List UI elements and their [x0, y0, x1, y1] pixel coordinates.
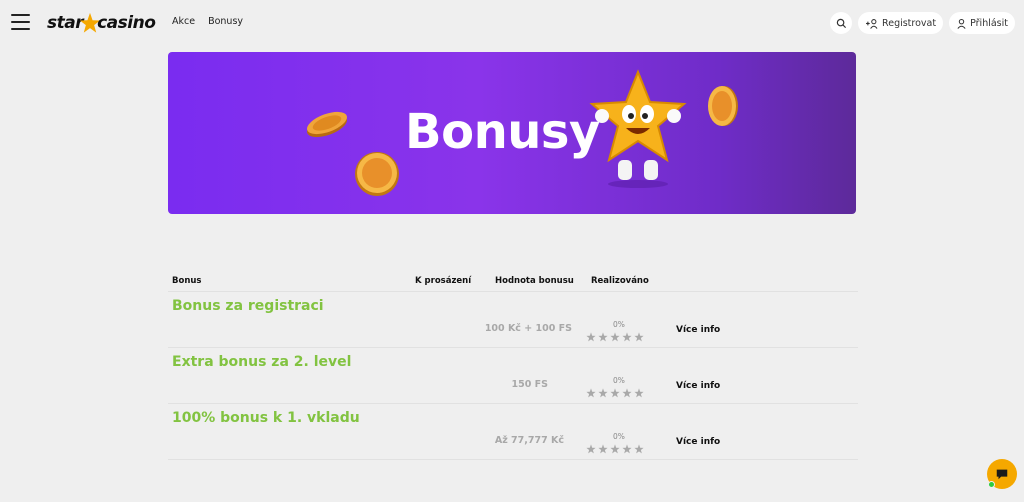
bonus-value: Až 77,777 Kč: [494, 435, 564, 446]
coin-icon: [307, 111, 347, 138]
more-info-link[interactable]: Více info: [676, 325, 720, 335]
star-mascot-icon: [589, 69, 687, 188]
header-actions: Registrovat Přihlásit: [830, 12, 1015, 34]
progress-percent: 0%: [613, 376, 625, 385]
table-row: Bonus za registraci 100 Kč + 100 FS 0% V…: [168, 292, 858, 348]
login-label: Přihlásit: [970, 17, 1008, 29]
coin-icon: [355, 152, 399, 196]
search-button[interactable]: [830, 12, 853, 34]
star-icon: [610, 332, 620, 342]
bonus-table: Bonus K prosázení Hodnota bonusu Realizo…: [168, 268, 858, 460]
header-wager: K prosázení: [415, 276, 472, 286]
chat-button[interactable]: [987, 459, 1017, 489]
progress-percent: 0%: [613, 320, 625, 329]
chat-icon: [996, 469, 1008, 480]
coin-icon: [708, 86, 738, 126]
star-icon: [634, 388, 644, 398]
star-icon: [610, 444, 620, 454]
bonus-value: 100 Kč + 100 FS: [484, 323, 572, 334]
nav-item-akce[interactable]: Akce: [172, 16, 195, 27]
more-info-link[interactable]: Více info: [676, 381, 720, 391]
hero-title: Bonusy: [405, 104, 600, 160]
star-icon: [598, 388, 608, 398]
top-bar: star casino Akce Bonusy Registrovat Přih…: [0, 0, 1024, 46]
logo-text-star: star: [47, 13, 84, 33]
login-button[interactable]: Přihlásit: [949, 12, 1015, 34]
star-icon: [598, 444, 608, 454]
bonus-title: 100% bonus k 1. vkladu: [172, 410, 360, 426]
star-icon: [586, 444, 596, 454]
menu-icon[interactable]: [11, 14, 30, 30]
progress-stars: [586, 388, 644, 398]
star-icon: [586, 332, 596, 342]
star-icon: [622, 332, 632, 342]
register-label: Registrovat: [882, 17, 937, 29]
progress-stars: [586, 444, 644, 454]
star-icon: [610, 388, 620, 398]
main-nav: Akce Bonusy: [172, 16, 243, 27]
hero-banner: Bonusy: [168, 52, 856, 214]
register-button[interactable]: Registrovat: [858, 12, 944, 34]
starcasino-logo[interactable]: star casino: [47, 10, 156, 36]
logo-text-casino: casino: [97, 13, 156, 33]
header-realized: Realizováno: [591, 276, 649, 286]
add-user-icon: [866, 18, 878, 29]
bonus-title: Extra bonus za 2. level: [172, 354, 352, 370]
header-value: Hodnota bonusu: [495, 276, 574, 286]
online-status-dot: [988, 481, 995, 488]
star-icon: [622, 444, 632, 454]
star-icon: [634, 444, 644, 454]
bonus-title: Bonus za registraci: [172, 298, 324, 314]
user-icon: [957, 18, 966, 29]
search-icon: [836, 18, 846, 28]
header-bonus: Bonus: [172, 276, 202, 286]
more-info-link[interactable]: Více info: [676, 437, 720, 447]
nav-item-bonusy[interactable]: Bonusy: [208, 16, 243, 27]
star-icon: [622, 388, 632, 398]
progress-percent: 0%: [613, 432, 625, 441]
table-row: Extra bonus za 2. level 150 FS 0% Více i…: [168, 348, 858, 404]
star-icon: [598, 332, 608, 342]
bonus-value: 150 FS: [511, 379, 548, 390]
table-row: 100% bonus k 1. vkladu Až 77,777 Kč 0% V…: [168, 404, 858, 460]
progress-stars: [586, 332, 644, 342]
star-icon: [586, 388, 596, 398]
table-header: Bonus K prosázení Hodnota bonusu Realizo…: [168, 268, 858, 292]
star-icon: [634, 332, 644, 342]
